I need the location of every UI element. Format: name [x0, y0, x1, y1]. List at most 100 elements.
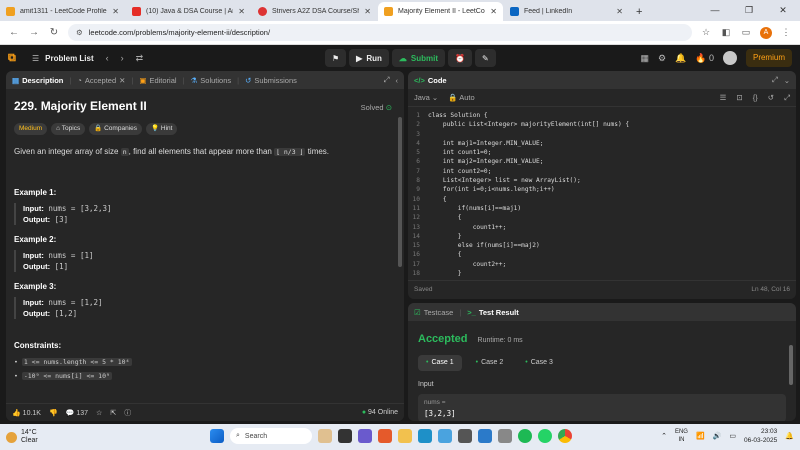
- profile-avatar[interactable]: A: [760, 26, 772, 39]
- case-2-tab[interactable]: • Case 2: [468, 355, 512, 371]
- notification-icon[interactable]: 🔔: [785, 432, 794, 440]
- case-1-tab[interactable]: • Case 1: [418, 355, 462, 371]
- problem-list-link[interactable]: Problem List: [45, 54, 93, 63]
- close-icon[interactable]: ✕: [112, 7, 119, 16]
- tab-test-result[interactable]: >_ Test Result: [467, 308, 518, 317]
- play-icon: ▶: [356, 53, 363, 63]
- reset-icon[interactable]: ↺: [768, 93, 774, 102]
- settings-icon[interactable]: [498, 429, 512, 443]
- prev-problem-icon[interactable]: ‹: [106, 53, 109, 63]
- auto-mode[interactable]: 🔒 Auto: [448, 93, 474, 102]
- minimize-icon[interactable]: —: [698, 0, 732, 21]
- photos-icon[interactable]: [438, 429, 452, 443]
- fullscreen-icon[interactable]: ⤢: [784, 93, 790, 103]
- expand-icon[interactable]: ⤢: [384, 75, 390, 85]
- maximize-icon[interactable]: ❐: [732, 0, 766, 21]
- task-view-icon[interactable]: [338, 429, 352, 443]
- wifi-icon[interactable]: 📶: [696, 432, 705, 440]
- collapse-panel-icon[interactable]: ‹: [396, 76, 399, 85]
- language-indicator[interactable]: ENG IN: [675, 428, 688, 444]
- vscode-icon[interactable]: [478, 429, 492, 443]
- user-avatar[interactable]: [722, 51, 737, 65]
- leetcode-logo-icon[interactable]: ⧉: [8, 52, 22, 65]
- brave-icon[interactable]: [378, 429, 392, 443]
- braces-icon[interactable]: {}: [753, 93, 758, 102]
- like-button[interactable]: 👍 10.1K: [12, 409, 41, 417]
- premium-button[interactable]: Premium: [745, 49, 792, 67]
- bookmark-icon[interactable]: ⊡: [736, 93, 742, 102]
- split-view-icon[interactable]: ▭: [740, 27, 752, 38]
- file-explorer-icon[interactable]: [398, 429, 412, 443]
- favorite-star-icon[interactable]: ☆: [96, 409, 102, 417]
- show-hidden-icons[interactable]: ⌃: [661, 432, 667, 440]
- browser-tab-leetcode-profile[interactable]: amit1311 - LeetCode Profile ✕: [0, 2, 125, 21]
- new-tab-button[interactable]: +: [630, 6, 648, 21]
- store-icon[interactable]: [458, 429, 472, 443]
- case-3-tab[interactable]: • Case 3: [517, 355, 561, 371]
- windows-start-icon[interactable]: [210, 429, 224, 443]
- notification-bell-icon[interactable]: 🔔: [675, 53, 686, 64]
- tab-submissions[interactable]: ↺ Submissions: [245, 76, 297, 85]
- copilot-icon[interactable]: [318, 429, 332, 443]
- settings-gear-icon[interactable]: ⚙: [658, 53, 666, 64]
- test-scrollbar[interactable]: [789, 345, 793, 385]
- shuffle-icon[interactable]: ⇄: [136, 53, 144, 64]
- expand-icon[interactable]: ⤢: [772, 75, 778, 85]
- bookmark-star-icon[interactable]: ☆: [700, 27, 712, 38]
- debug-button[interactable]: ⚑: [325, 49, 347, 67]
- window-close-icon[interactable]: ✕: [766, 0, 800, 21]
- meet-icon[interactable]: [358, 429, 372, 443]
- submit-button[interactable]: ☁ Submit: [391, 49, 445, 67]
- tab-accepted[interactable]: ◔ Accepted ✕: [77, 76, 125, 85]
- extensions-icon[interactable]: ◧: [720, 27, 732, 38]
- clock[interactable]: 23:03 06-03-2025: [744, 427, 777, 445]
- taskbar-search[interactable]: ⌕ Search: [230, 428, 312, 444]
- timer-button[interactable]: ⏰: [448, 49, 472, 67]
- description-scrollbar[interactable]: [398, 117, 402, 267]
- topics-tag[interactable]: ⌂ Topics: [51, 123, 86, 135]
- chrome-icon[interactable]: [558, 429, 572, 443]
- dislike-button[interactable]: 👎: [49, 409, 58, 417]
- tab-solutions[interactable]: ⚗ Solutions: [191, 76, 232, 85]
- site-settings-icon[interactable]: ⚙: [76, 28, 83, 37]
- battery-icon[interactable]: ▭: [729, 432, 736, 440]
- run-button[interactable]: ▶ Run: [349, 49, 389, 67]
- edge-icon[interactable]: [418, 429, 432, 443]
- tab-testcase[interactable]: ☑ Testcase: [414, 308, 453, 317]
- url-input[interactable]: ⚙ leetcode.com/problems/majority-element…: [68, 24, 692, 41]
- hint-tag[interactable]: 💡 Hint: [146, 123, 178, 135]
- close-icon[interactable]: ✕: [616, 7, 623, 16]
- spotify-icon[interactable]: [518, 429, 532, 443]
- tab-editorial[interactable]: ▣ Editorial: [139, 76, 176, 85]
- list-icon[interactable]: ☰: [32, 54, 39, 63]
- close-icon[interactable]: ✕: [238, 7, 245, 16]
- companies-tag[interactable]: 🔒 Companies: [89, 123, 142, 135]
- forward-icon[interactable]: →: [28, 27, 40, 38]
- streak-counter[interactable]: 🔥 0: [695, 53, 714, 64]
- volume-icon[interactable]: 🔊: [713, 432, 722, 440]
- close-icon[interactable]: ✕: [119, 76, 125, 85]
- code-editor[interactable]: 1 class Solution {2 public List<Integer> …: [408, 107, 796, 280]
- browser-tab-linkedin[interactable]: Feed | LinkedIn ✕: [504, 2, 629, 21]
- browser-tab-majority-element[interactable]: Majority Element II - LeetCode ✕: [378, 2, 503, 21]
- layout-icon[interactable]: ▦: [640, 53, 649, 64]
- reload-icon[interactable]: ↻: [48, 27, 60, 38]
- note-button[interactable]: ✎: [474, 49, 496, 67]
- language-select[interactable]: Java ⌄: [414, 93, 438, 102]
- back-icon[interactable]: ←: [8, 27, 20, 38]
- collapse-panel-icon[interactable]: ⌄: [784, 76, 790, 85]
- whatsapp-icon[interactable]: [538, 429, 552, 443]
- share-icon[interactable]: ⇱: [110, 409, 116, 417]
- tab-code[interactable]: </> Code: [414, 76, 447, 85]
- close-icon[interactable]: ✕: [364, 7, 371, 16]
- close-icon[interactable]: ✕: [490, 7, 497, 16]
- format-icon[interactable]: ☰: [720, 93, 727, 102]
- comments-button[interactable]: 💬 137: [66, 409, 88, 417]
- browser-tab-strivers[interactable]: Strivers A2Z DSA Course/Sheet ✕: [252, 2, 377, 21]
- browser-tab-youtube[interactable]: (10) Java & DSA Course | Array ✕: [126, 2, 251, 21]
- weather-widget[interactable]: 14°C Clear: [6, 429, 156, 445]
- menu-kebab-icon[interactable]: ⋮: [780, 27, 792, 38]
- next-problem-icon[interactable]: ›: [121, 53, 124, 63]
- help-icon[interactable]: ⓘ: [124, 408, 131, 418]
- tab-description[interactable]: ▤ Description: [12, 76, 63, 85]
